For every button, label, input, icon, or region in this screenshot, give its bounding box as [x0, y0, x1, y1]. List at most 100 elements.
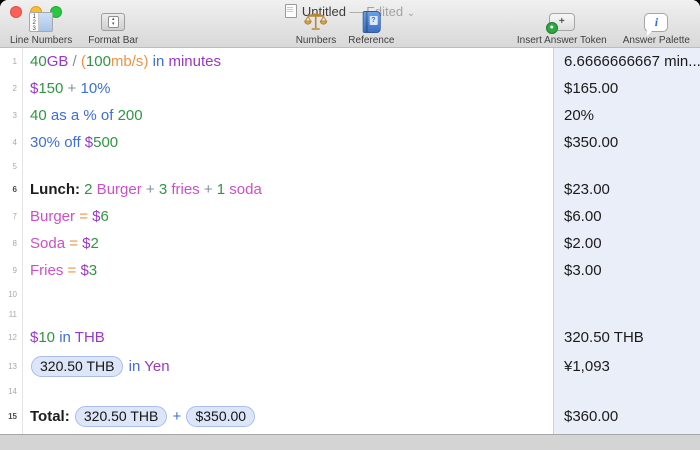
line-number: 15	[8, 411, 17, 421]
expression-segment: off	[60, 134, 85, 151]
expression-segment: 3	[88, 262, 98, 279]
format-bar-icon: ▴ ▾	[101, 11, 126, 33]
expression-segment: Soda	[30, 235, 66, 252]
expression-segment: +	[63, 80, 81, 97]
toolbar-label: Numbers	[295, 35, 337, 46]
expression-segment: +	[168, 407, 186, 425]
line-number: 2	[12, 84, 17, 93]
expression-segment: +	[141, 181, 159, 198]
expression-line[interactable]: 40GB / (100mb/s) in minutes	[22, 53, 553, 70]
answer-value[interactable]: $360.00	[553, 408, 700, 425]
answer-value[interactable]: $350.00	[553, 134, 700, 151]
calc-row: 15 Total: 320.50 THB + $350.00 $360.00	[0, 401, 700, 431]
expression-line[interactable]: 40 as a % of 200	[22, 107, 553, 124]
answer-value[interactable]: $6.00	[553, 208, 700, 225]
expression-segment: mb/s	[110, 53, 144, 70]
expression-segment: 150	[38, 80, 64, 97]
expression-line[interactable]: $150 + 10%	[22, 80, 553, 97]
calc-row: 12 $10 in THB 320.50 THB	[0, 324, 700, 351]
expression-segment: /	[68, 53, 81, 70]
line-numbers-button[interactable]: 123 Line Numbers	[10, 11, 72, 48]
line-number: 12	[8, 333, 17, 342]
status-bar	[0, 434, 700, 450]
expression-segment: Burger	[92, 181, 142, 198]
line-number: 14	[8, 386, 17, 396]
expression-line[interactable]: Soda = $2	[22, 235, 553, 252]
line-number: 4	[12, 138, 17, 147]
calc-row: 14	[0, 381, 700, 401]
expression-line[interactable]: $10 in THB	[22, 329, 553, 346]
line-number: 1	[12, 57, 17, 66]
toolbar-right-group: + ● Insert Answer Token i Answer Palette	[517, 11, 690, 48]
line-number: 7	[12, 212, 17, 221]
line-number: 9	[12, 266, 17, 275]
answer-token-pill[interactable]: 320.50 THB	[31, 355, 124, 377]
expression-segment: 40	[30, 107, 47, 124]
expression-segment: Yen	[144, 357, 170, 375]
line-number: 8	[12, 239, 17, 248]
expression-segment: $	[82, 235, 91, 252]
toolbar-left-group: 123 Line Numbers ▴ ▾ Format Bar	[10, 11, 138, 48]
expression-segment: Lunch:	[30, 181, 80, 198]
expression-line[interactable]: Lunch: 2 Burger + 3 fries + 1 soda	[22, 181, 553, 198]
sheet-content: 1 40GB / (100mb/s) in minutes 6.6666666667…	[0, 48, 700, 434]
insert-answer-token-button[interactable]: + ● Insert Answer Token	[517, 11, 607, 48]
calc-row: 1 40GB / (100mb/s) in minutes 6.6666666667…	[0, 48, 700, 75]
calc-row: 2 $150 + 10% $165.00	[0, 75, 700, 102]
answer-value[interactable]: 320.50 THB	[553, 329, 700, 346]
toolbar-label: Format Bar	[88, 35, 139, 46]
answer-token-pill[interactable]: 320.50 THB	[74, 405, 168, 427]
insert-answer-token-icon: + ●	[545, 11, 575, 34]
answer-value[interactable]: $3.00	[553, 262, 700, 279]
expression-segment: Fries	[30, 262, 64, 279]
expression-segment: Total:	[30, 407, 70, 425]
expression-segment: minutes	[168, 53, 221, 70]
answer-palette-icon: i	[644, 11, 669, 36]
answer-value[interactable]: $23.00	[553, 181, 700, 198]
expression-line[interactable]: Fries = $3	[22, 262, 553, 279]
line-number: 3	[12, 111, 17, 120]
expression-line[interactable]: Burger = $6	[22, 208, 553, 225]
expression-segment: 100	[85, 53, 111, 70]
expression-segment: soda	[225, 181, 262, 198]
answer-value[interactable]: $165.00	[553, 80, 700, 97]
expression-line[interactable]: 320.50 THB in Yen	[22, 355, 553, 377]
calc-row: 9 Fries = $3 $3.00	[0, 257, 700, 284]
answer-value[interactable]: 6.6666666667 min...	[553, 53, 700, 70]
toolbar-label: Line Numbers	[10, 35, 73, 46]
toolbar-center-group: Numbers ? Reference	[295, 11, 394, 48]
line-number: 11	[8, 309, 17, 319]
calc-row: 4 30% off $500 $350.00	[0, 129, 700, 156]
answer-palette-button[interactable]: i Answer Palette	[623, 11, 690, 48]
format-bar-button[interactable]: ▴ ▾ Format Bar	[88, 11, 138, 48]
expression-segment: 500	[93, 134, 119, 151]
reference-button[interactable]: ? Reference	[348, 11, 394, 48]
expression-segment: in	[55, 329, 75, 346]
expression-segment: 3	[158, 181, 168, 198]
expression-segment: 2	[84, 181, 93, 198]
expression-segment: 30%	[30, 134, 61, 151]
numbers-button[interactable]: Numbers	[295, 11, 337, 48]
calc-row: 7 Burger = $6 $6.00	[0, 203, 700, 230]
window-chrome: Untitled — Edited ⌄ 123 Line Numbers ▴ ▾ …	[0, 0, 700, 48]
expression-segment: fries	[167, 181, 200, 198]
calc-row: 11	[0, 304, 700, 324]
expression-segment: 200	[117, 107, 143, 124]
expression-segment: 40	[30, 53, 47, 70]
calc-row: 5	[0, 156, 700, 176]
line-number: 13	[8, 361, 17, 371]
calc-row: 13 320.50 THB in Yen ¥1,093	[0, 351, 700, 381]
calculation-rows: 1 40GB / (100mb/s) in minutes 6.6666666667…	[0, 48, 700, 431]
answer-value[interactable]: $2.00	[553, 235, 700, 252]
answer-value[interactable]: ¥1,093	[553, 358, 700, 375]
line-numbers-icon: 123	[29, 11, 54, 33]
expression-line[interactable]: 30% off $500	[22, 134, 553, 151]
answer-token-pill[interactable]: $350.00	[186, 405, 256, 427]
expression-segment: as a % of	[46, 107, 118, 124]
toolbar-label: Answer Palette	[622, 35, 690, 46]
answer-value[interactable]: 20%	[553, 107, 700, 124]
calc-row: 6 Lunch: 2 Burger + 3 fries + 1 soda $23.0…	[0, 176, 700, 203]
calc-row: 8 Soda = $2 $2.00	[0, 230, 700, 257]
expression-line[interactable]: Total: 320.50 THB + $350.00	[22, 405, 553, 427]
reference-book-icon: ?	[362, 11, 381, 33]
